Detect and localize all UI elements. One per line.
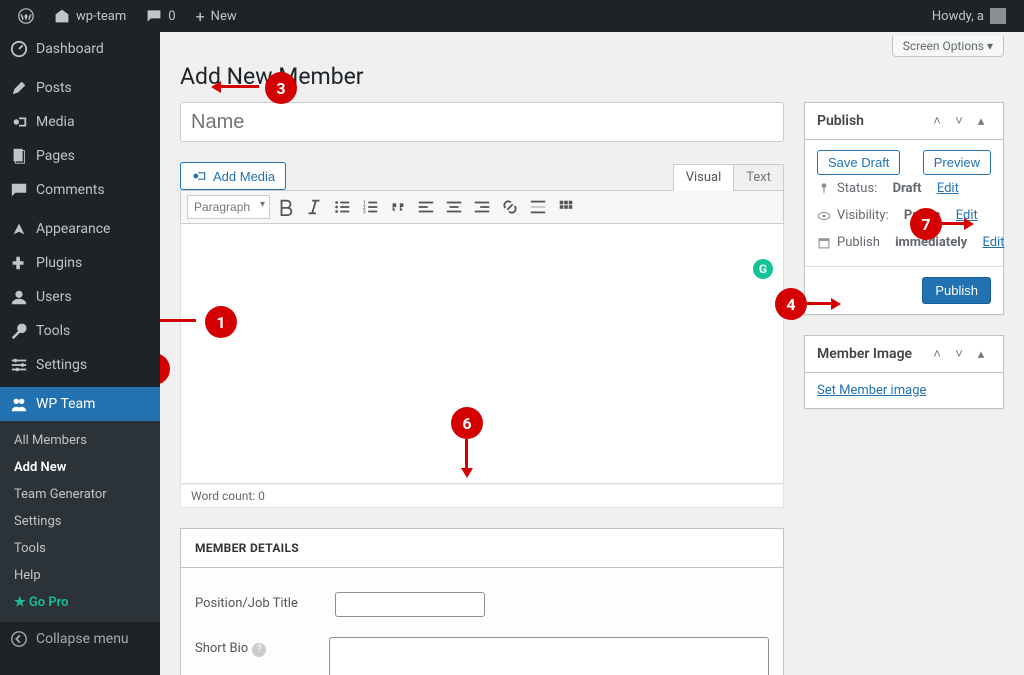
toolbar-toggle-button[interactable] <box>554 195 578 219</box>
publish-button[interactable]: Publish <box>922 277 991 304</box>
menu-wpteam[interactable]: WP Team <box>0 387 160 421</box>
admin-bar: wp-team 0 +New Howdy, a <box>0 0 1024 32</box>
publish-title: Publish <box>817 113 864 129</box>
readmore-button[interactable] <box>526 195 550 219</box>
link-button[interactable] <box>498 195 522 219</box>
collapse-menu[interactable]: Collapse menu <box>0 622 160 656</box>
publish-box: Publish ˄ ˅ ▴ Save Draft Preview <box>804 102 1004 315</box>
paragraph-select[interactable]: Paragraph <box>187 195 270 219</box>
tab-text[interactable]: Text <box>733 164 784 191</box>
hint-badge-2: 2 <box>160 355 168 383</box>
quote-button[interactable] <box>386 195 410 219</box>
visibility-icon <box>817 209 831 223</box>
pin-icon <box>817 182 831 196</box>
wp-logo[interactable] <box>8 0 44 32</box>
submenu-wpteam: All Members Add New Team Generator Setti… <box>0 421 160 622</box>
bio-label: Short Bio? <box>195 637 329 675</box>
align-left-button[interactable] <box>414 195 438 219</box>
arrow-1 <box>160 319 196 322</box>
bold-button[interactable] <box>274 195 298 219</box>
howdy-link[interactable]: Howdy, a <box>922 0 1016 32</box>
menu-users[interactable]: Users <box>0 280 160 314</box>
avatar <box>990 8 1006 24</box>
edit-schedule-link[interactable]: Edit <box>982 235 1004 250</box>
sub-tools[interactable]: Tools <box>0 535 160 562</box>
page-title: Add New Member <box>180 57 1004 102</box>
member-details-header: MEMBER DETAILS <box>180 528 784 567</box>
menu-pages[interactable]: Pages <box>0 139 160 173</box>
italic-button[interactable] <box>302 195 326 219</box>
sub-all-members[interactable]: All Members <box>0 427 160 454</box>
hint-badge-6: 6 <box>453 409 481 437</box>
screen-options-tab[interactable]: Screen Options ▾ <box>892 36 1004 57</box>
move-down-icon[interactable]: ˅ <box>949 344 969 364</box>
menu-comments[interactable]: Comments <box>0 173 160 207</box>
hint-badge-1: 1 <box>207 308 235 336</box>
menu-tools[interactable]: Tools <box>0 314 160 348</box>
content-editor[interactable] <box>180 224 784 484</box>
preview-button[interactable]: Preview <box>923 150 991 175</box>
position-input[interactable] <box>335 592 485 617</box>
comments-link[interactable]: 0 <box>136 0 185 32</box>
menu-appearance[interactable]: Appearance <box>0 212 160 246</box>
member-image-title: Member Image <box>817 346 912 362</box>
new-link[interactable]: +New <box>186 0 247 32</box>
menu-posts[interactable]: Posts <box>0 71 160 105</box>
member-name-input[interactable] <box>180 102 784 142</box>
admin-sidebar: Dashboard Posts Media Pages Comments App… <box>0 32 160 675</box>
arrow-4 <box>807 302 837 305</box>
editor-statusbar: Word count: 0 <box>180 484 784 508</box>
sub-gopro[interactable]: ★ Go Pro <box>0 589 160 616</box>
grammarly-icon[interactable] <box>753 259 773 279</box>
bio-textarea[interactable] <box>329 637 769 675</box>
sub-team-generator[interactable]: Team Generator <box>0 481 160 508</box>
position-label: Position/Job Title <box>195 592 335 617</box>
menu-settings[interactable]: Settings <box>0 348 160 382</box>
svg-text:3: 3 <box>363 209 366 215</box>
main-content: Screen Options ▾ Add New Member Add Medi… <box>160 32 1024 675</box>
add-media-button[interactable]: Add Media <box>180 162 286 190</box>
menu-dashboard[interactable]: Dashboard <box>0 32 160 66</box>
menu-plugins[interactable]: Plugins <box>0 246 160 280</box>
align-right-button[interactable] <box>470 195 494 219</box>
tab-visual[interactable]: Visual <box>673 164 735 191</box>
site-link[interactable]: wp-team <box>44 0 136 32</box>
hint-badge-4: 4 <box>777 290 805 318</box>
hint-badge-3: 3 <box>267 74 295 102</box>
bullet-list-button[interactable] <box>330 195 354 219</box>
arrow-6 <box>465 439 468 474</box>
hint-badge-7: 7 <box>912 210 940 238</box>
move-down-icon[interactable]: ˅ <box>949 111 969 131</box>
edit-status-link[interactable]: Edit <box>937 181 959 196</box>
editor-toolbar: Paragraph 123 <box>180 190 784 224</box>
move-up-icon[interactable]: ˄ <box>927 111 947 131</box>
sub-settings[interactable]: Settings <box>0 508 160 535</box>
align-center-button[interactable] <box>442 195 466 219</box>
sub-help[interactable]: Help <box>0 562 160 589</box>
help-icon[interactable]: ? <box>252 643 266 657</box>
member-image-box: Member Image ˄ ˅ ▴ Set Member image <box>804 335 1004 409</box>
numbered-list-button[interactable]: 123 <box>358 195 382 219</box>
move-up-icon[interactable]: ˄ <box>927 344 947 364</box>
arrow-3 <box>215 85 259 88</box>
media-icon <box>191 168 207 184</box>
save-draft-button[interactable]: Save Draft <box>817 150 900 175</box>
menu-media[interactable]: Media <box>0 105 160 139</box>
sub-add-new[interactable]: Add New <box>0 454 160 481</box>
toggle-icon[interactable]: ▴ <box>971 344 991 364</box>
arrow-7 <box>942 222 970 225</box>
toggle-icon[interactable]: ▴ <box>971 111 991 131</box>
calendar-icon <box>817 236 831 250</box>
set-member-image-link[interactable]: Set Member image <box>817 383 926 398</box>
